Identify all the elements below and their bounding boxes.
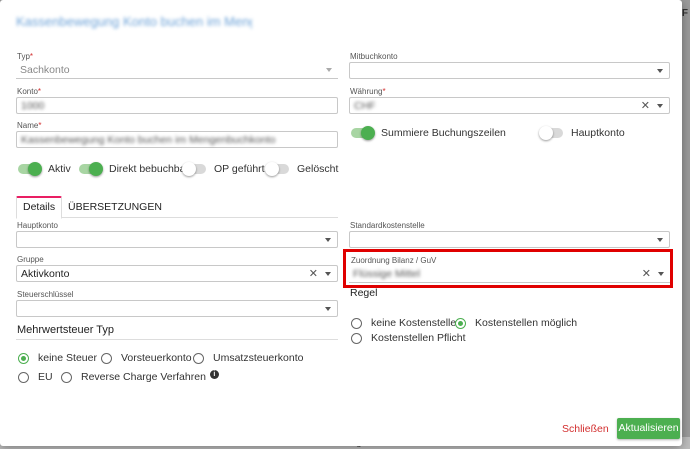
regel-option-keine[interactable]: keine Kostenstelle <box>351 317 456 329</box>
hauptkonto-label: Hauptkonto <box>17 221 58 230</box>
background-corner-text: F <box>681 8 688 19</box>
mitbuchkonto-select[interactable] <box>349 62 670 79</box>
direkt-label: Direkt bebuchbar <box>109 163 189 175</box>
konto-label: Konto* <box>17 87 42 96</box>
name-input[interactable]: Kassenbewegung Konto buchen im Mengenbuc… <box>16 131 338 148</box>
divider <box>16 339 338 340</box>
regel-title: Regel <box>350 287 378 299</box>
hauptkonto-toggle[interactable]: Hauptkonto <box>539 126 625 140</box>
chevron-down-icon <box>325 307 331 311</box>
summiere-toggle[interactable]: Summiere Buchungszeilen <box>351 126 506 140</box>
chevron-down-icon <box>325 272 331 276</box>
mwst-option-reverse-charge[interactable]: Reverse Charge Verfahren i <box>61 369 219 383</box>
summiere-label: Summiere Buchungszeilen <box>381 127 506 139</box>
mwst-option-vorsteuer[interactable]: Vorsteuerkonto <box>101 352 192 364</box>
standardkostenstelle-label: Standardkostenstelle <box>350 221 425 230</box>
name-value: Kassenbewegung Konto buchen im Mengenbuc… <box>21 134 276 146</box>
typ-select[interactable]: Sachkonto <box>16 62 338 79</box>
tab-details[interactable]: Details <box>16 196 63 219</box>
dialog-title: Kassenbewegung Konto buchen im Mengenbuc… <box>16 14 252 29</box>
hauptkonto-toggle-label: Hauptkonto <box>571 127 625 139</box>
standardkostenstelle-select[interactable] <box>349 231 670 248</box>
aktiv-toggle[interactable]: Aktiv <box>18 162 71 176</box>
hauptkonto-select[interactable] <box>16 231 338 248</box>
tab-uebersetzungen[interactable]: ÜBERSETZUNGEN <box>62 196 168 218</box>
direkt-toggle[interactable]: Direkt bebuchbar <box>79 162 189 176</box>
chevron-down-icon <box>657 104 663 108</box>
regel-option-pflicht[interactable]: Kostenstellen Pflicht <box>351 332 466 344</box>
op-label: OP geführt <box>214 163 265 175</box>
gruppe-value: Aktivkonto <box>21 268 70 280</box>
clear-icon[interactable]: ✕ <box>641 99 650 113</box>
waehrung-value: CHF <box>354 100 376 112</box>
regel-option-moeglich[interactable]: Kostenstellen möglich <box>455 317 577 329</box>
chevron-down-icon <box>657 238 663 242</box>
konto-input[interactable]: 1000 <box>16 97 338 114</box>
geloescht-toggle[interactable]: Gelöscht <box>265 162 339 176</box>
typ-label: Typ* <box>17 52 34 61</box>
gruppe-label: Gruppe <box>17 255 44 264</box>
tab-bar: Details ÜBERSETZUNGEN <box>16 196 338 219</box>
steuerschluessel-select[interactable] <box>16 300 338 317</box>
update-button[interactable]: Aktualisieren <box>617 418 680 439</box>
mitbuchkonto-label: Mitbuchkonto <box>350 52 398 61</box>
highlight-annotation <box>343 249 673 288</box>
close-button[interactable]: Schließen <box>558 419 613 439</box>
account-dialog: Kassenbewegung Konto buchen im Mengenbuc… <box>0 0 682 446</box>
mwst-option-umsatzsteuer[interactable]: Umsatzsteuerkonto <box>193 352 303 364</box>
info-icon[interactable]: i <box>209 369 219 379</box>
chevron-down-icon <box>326 68 332 72</box>
mwst-option-eu[interactable]: EU <box>18 371 53 383</box>
mwst-option-keine[interactable]: keine Steuer <box>18 352 97 364</box>
gruppe-select[interactable]: Aktivkonto ✕ <box>16 265 338 282</box>
op-toggle[interactable]: OP geführt <box>182 162 265 176</box>
waehrung-select[interactable]: CHF ✕ <box>349 97 670 114</box>
typ-value: Sachkonto <box>20 64 70 76</box>
clear-icon[interactable]: ✕ <box>309 267 318 281</box>
aktiv-label: Aktiv <box>48 163 71 175</box>
steuerschluessel-label: Steuerschlüssel <box>17 290 74 299</box>
name-label: Name* <box>17 121 42 130</box>
mwst-title: Mehrwertsteuer Typ <box>17 324 115 336</box>
konto-value: 1000 <box>21 100 45 112</box>
waehrung-label: Währung* <box>350 87 386 96</box>
chevron-down-icon <box>325 238 331 242</box>
chevron-down-icon <box>657 69 663 73</box>
geloescht-label: Gelöscht <box>297 163 339 175</box>
